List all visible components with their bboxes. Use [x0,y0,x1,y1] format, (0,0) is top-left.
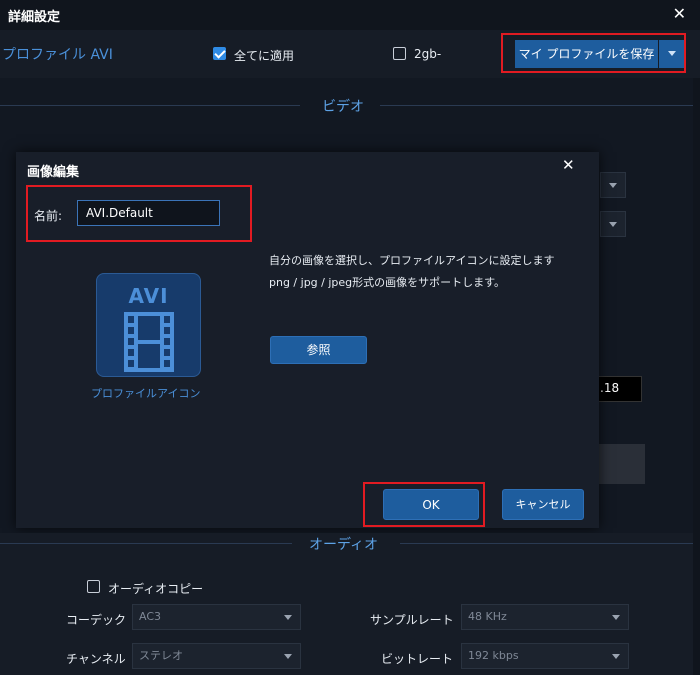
profile-label: プロファイル AVI [2,47,113,63]
title-bar: 詳細設定 ✕ [0,0,700,30]
audio-copy-label: オーディオコピー [108,582,204,596]
channel-select[interactable]: ステレオ [132,643,301,669]
browse-button[interactable]: 参照 [270,336,367,364]
option2-checkbox[interactable] [393,47,406,60]
bg-value-text: .18 [600,381,620,395]
bg-select[interactable] [600,211,626,237]
bg-select[interactable] [600,172,626,198]
video-section-title: ビデオ [322,99,364,115]
audio-section-title: オーディオ [309,537,379,553]
description-line1: 自分の画像を選択し、プロファイルアイコンに設定します [269,254,555,267]
option2-label: 2gb- [414,47,442,61]
scrollbar[interactable] [693,78,700,675]
bg-preview [596,444,645,484]
samplerate-select[interactable]: 48 KHz [461,604,629,630]
highlight-name-field [26,185,252,242]
bitrate-label: ビットレート [381,652,454,666]
samplerate-label: サンプルレート [370,613,454,627]
window-title: 詳細設定 [8,10,61,25]
audio-copy-checkbox[interactable] [87,580,100,593]
dialog-title: 画像編集 [27,165,80,180]
codec-select[interactable]: AC3 [132,604,301,630]
description-line2: png / jpg / jpeg形式の画像をサポートします。 [269,276,506,289]
codec-label: コーデック [66,613,127,627]
divider [400,543,693,544]
cancel-button[interactable]: キャンセル [502,489,584,520]
highlight-save-profile [501,33,686,73]
profile-icon-tile: AVI [96,273,201,377]
close-icon[interactable]: ✕ [673,4,686,23]
apply-all-label: 全てに適用 [234,49,295,63]
divider [0,543,292,544]
bitrate-select[interactable]: 192 kbps [461,643,629,669]
apply-all-checkbox[interactable] [213,47,226,60]
divider [0,105,300,106]
profile-icon-caption: プロファイルアイコン [91,387,201,400]
highlight-ok-button [363,482,485,527]
dialog-close-icon[interactable]: ✕ [562,156,575,174]
channel-label: チャンネル [66,652,126,666]
divider [380,105,693,106]
avi-icon-text: AVI [128,284,169,308]
film-icon [124,312,174,372]
